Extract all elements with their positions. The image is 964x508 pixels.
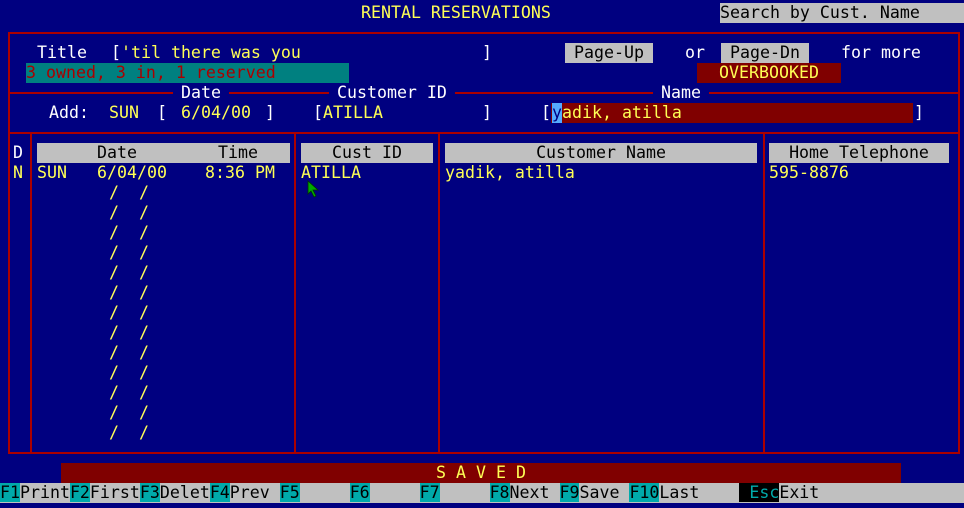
fkey-f2[interactable]: F2 [69,483,90,502]
row-d: N [13,163,23,182]
empty-date-slot[interactable]: / / [109,323,149,343]
fkey-f10[interactable]: F10 [629,483,660,502]
add-date-field[interactable]: 6/04/00 [181,103,251,123]
add-day: SUN [109,103,139,122]
empty-date-slot[interactable]: / / [109,403,149,423]
col-header-time: Time [218,143,258,162]
row-date: 6/04/00 [97,163,167,182]
add-name-close: ] [914,103,924,122]
add-name-open: [ [541,103,551,122]
fkey-f1[interactable]: F1 [0,483,20,502]
fkey-label-f7[interactable] [439,483,490,502]
fkey-label-f9[interactable]: Save [579,483,630,502]
function-keys: F1PrintF2FirstF3DeletF4Prev F5 F6 F7 F8N… [0,483,820,503]
title-open-bracket: [ [111,43,121,62]
add-date-close: ] [265,103,275,122]
fkey-f5[interactable]: F5 [279,483,300,502]
col-header-date: Date [97,143,137,162]
col-header-custid[interactable]: Cust ID [301,143,433,163]
fkey-f8[interactable]: F8 [489,483,510,502]
fkey-f9[interactable]: F9 [559,483,580,502]
fkey-label-f4[interactable]: Prev [229,483,280,502]
fkey-f3[interactable]: F3 [139,483,160,502]
frame-top [8,32,960,34]
fkey-f6[interactable]: F6 [349,483,370,502]
fkey-label-f1[interactable]: Print [19,483,70,502]
inventory-status: 3 owned, 3 in, 1 reserved [26,63,349,83]
row-day: SUN [37,163,67,182]
col-sep-1 [30,132,32,454]
fkey-label-f5[interactable] [299,483,350,502]
fkey-label-f6[interactable] [369,483,420,502]
fkey-label-f3[interactable]: Delet [159,483,210,502]
col-header-name[interactable]: Customer Name [445,143,757,163]
add-date-header: Date [173,83,229,103]
mouse-pointer-icon [307,180,320,198]
frame-bottom [8,452,960,454]
col-sep-2 [294,132,296,454]
col-header-phone[interactable]: Home Telephone [769,143,949,163]
table-top-border [8,132,960,134]
col-sep-3 [438,132,440,454]
empty-date-slot[interactable]: / / [109,283,149,303]
empty-date-slot[interactable]: / / [109,383,149,403]
fkey-f4[interactable]: F4 [209,483,230,502]
title-field[interactable]: 'til there was you [121,43,301,63]
empty-date-slot[interactable]: / / [109,243,149,263]
title-label: Title [37,43,87,62]
row-name: yadik, atilla [445,163,575,182]
add-custid-field[interactable]: ATILLA [323,103,383,123]
empty-date-slot[interactable]: / / [109,183,149,203]
empty-date-slot[interactable]: / / [109,303,149,323]
row-time: 8:36 PM [205,163,275,182]
add-name-value: adik, atilla [562,103,682,122]
or-text: or [685,43,705,62]
fkey-label-f8[interactable]: Next [509,483,560,502]
empty-date-slot[interactable]: / / [109,363,149,383]
col-sep-4 [763,132,765,454]
fkey-label-esc[interactable]: Exit [779,483,820,502]
fkey-esc[interactable]: Esc [739,483,780,502]
for-more-text: for more [841,43,921,62]
empty-date-slot[interactable]: / / [109,203,149,223]
col-header-d: D [13,143,23,162]
screen-title: RENTAL RESERVATIONS [361,3,551,22]
add-date-open: [ [157,103,167,122]
page-up-button[interactable]: Page-Up [565,43,653,63]
add-custid-close: ] [482,103,492,122]
add-custid-open: [ [313,103,323,122]
fkey-label-f10[interactable]: Last [659,483,740,502]
fkey-label-f2[interactable]: First [89,483,140,502]
page-down-button[interactable]: Page-Dn [721,43,809,63]
title-close-bracket: ] [482,43,492,62]
add-custid-header: Customer ID [329,83,455,103]
add-label: Add: [49,103,89,122]
rental-reservations-screen: { "header": { "title": "RENTAL RESERVATI… [0,0,964,508]
empty-date-slot[interactable]: / / [109,223,149,243]
text-cursor: y [552,103,562,123]
empty-date-slot[interactable]: / / [109,263,149,283]
status-message: S A V E D [61,463,901,483]
fkey-f7[interactable]: F7 [419,483,440,502]
search-mode-indicator[interactable]: Search by Cust. Name [720,3,964,23]
add-section-divider [8,92,960,94]
row-phone: 595-8876 [769,163,849,182]
overbooked-badge: OVERBOOKED [697,63,841,83]
empty-date-slot[interactable]: / / [109,343,149,363]
empty-date-slot[interactable]: / / [109,423,149,443]
frame-left [8,32,10,454]
frame-right [958,32,960,454]
add-name-header: Name [653,83,709,103]
